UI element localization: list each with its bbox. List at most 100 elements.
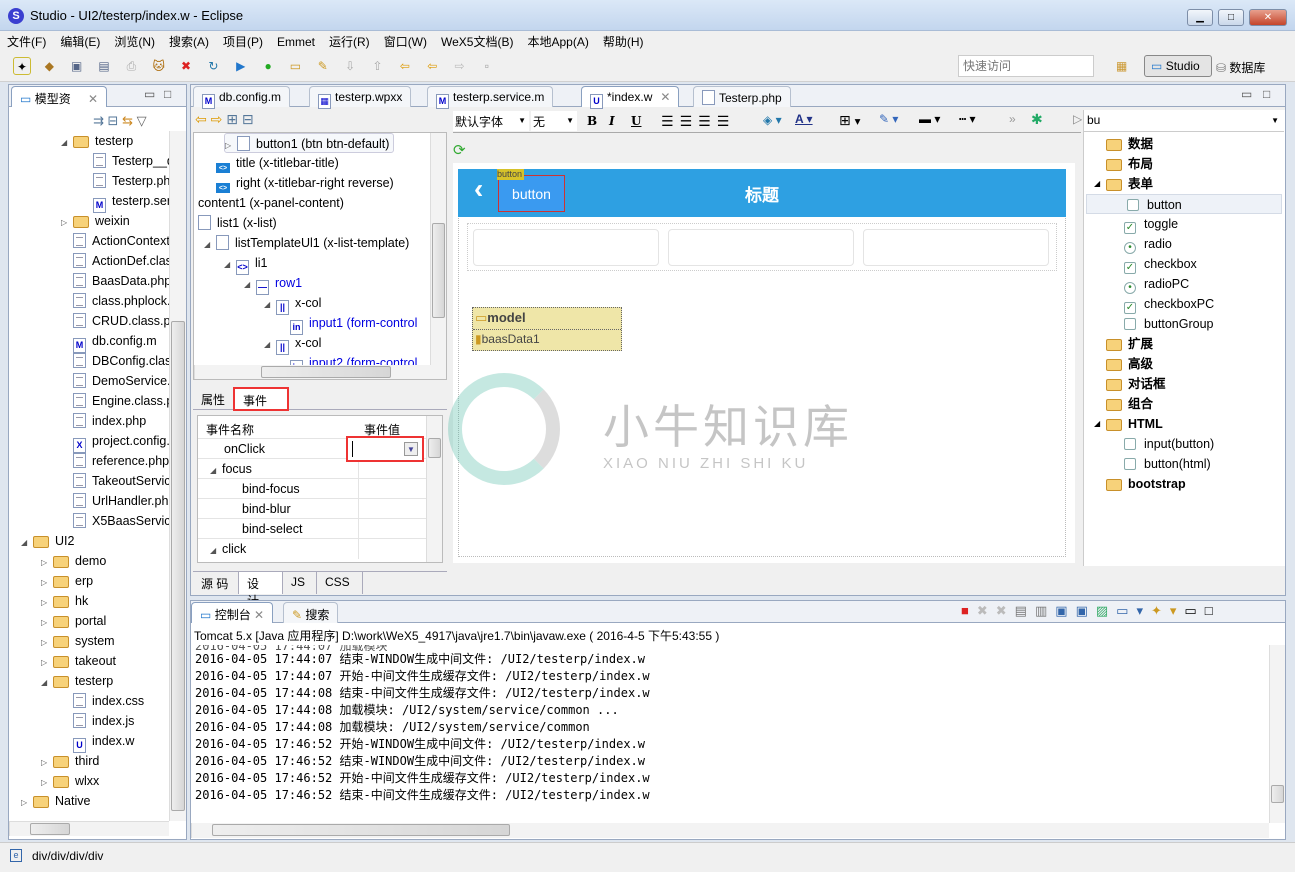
outline-item[interactable]: ininput2 (form-control [290, 353, 417, 365]
scroll-thumb[interactable] [1271, 785, 1284, 803]
menu-item[interactable]: 运行(R) [322, 31, 377, 50]
expand-toggle-icon[interactable]: ◢ [264, 335, 276, 355]
menu-item[interactable]: 浏览(N) [107, 31, 162, 50]
tab-events[interactable]: 事件 [233, 387, 289, 411]
palette-filter-input[interactable]: bu ▼ [1084, 110, 1284, 132]
tomcat-restart-icon[interactable]: ↻ [204, 57, 222, 75]
tomcat-start-icon[interactable]: 🐱 [150, 57, 168, 75]
event-row[interactable]: bind-focus [198, 478, 426, 499]
font-select[interactable]: 默认字体 ▼ [453, 111, 529, 131]
outline-vertical-scrollbar[interactable] [430, 133, 446, 365]
pen-icon[interactable]: ✎ [314, 57, 332, 75]
tree-item[interactable]: ▷ demo [41, 551, 106, 571]
fill-color-icon[interactable]: ◈ ▾ [763, 113, 782, 127]
bold-button[interactable]: B [587, 114, 597, 128]
editor-tab[interactable]: ▦ testerp.wpxx [309, 86, 412, 109]
scroll-thumb[interactable] [30, 823, 70, 835]
outline-item[interactable]: in input1 (form-control [290, 313, 417, 335]
event-row[interactable]: bind-select [198, 518, 426, 539]
input1-field[interactable] [473, 229, 659, 266]
open-folder-icon[interactable]: ▭ [286, 57, 304, 75]
close-button[interactable]: ✕ [1249, 9, 1287, 26]
editor-tab[interactable]: U *index.w ✕ [581, 86, 680, 109]
view-tab[interactable]: CSS [317, 572, 363, 594]
palette-item[interactable]: ✓ checkbox [1124, 254, 1197, 274]
menu-item[interactable]: 本地App(A) [520, 31, 595, 50]
sync-icon[interactable]: ⇆ [122, 113, 133, 128]
tree-item[interactable]: ▷ hk [41, 591, 88, 611]
model-component[interactable]: ▭model ▮baasData1 [472, 307, 622, 351]
open-console-icon[interactable]: ✦▾ [1151, 603, 1184, 618]
scroll-thumb[interactable] [428, 438, 441, 458]
expanded-icon[interactable]: ◢ [1094, 174, 1100, 194]
close-icon[interactable]: ✕ [660, 90, 670, 104]
debug-run-icon[interactable]: ▶ [232, 57, 250, 75]
quick-access-input[interactable] [958, 55, 1094, 77]
tree-item[interactable]: X5BaasService.p [61, 511, 169, 531]
last-edit-icon[interactable]: ⇦ [396, 57, 414, 75]
menu-item[interactable]: 项目(P) [216, 31, 270, 50]
menu-item[interactable]: 帮助(H) [596, 31, 651, 50]
tree-item[interactable]: ▷ Native [21, 791, 90, 811]
pin-console-icon[interactable]: ▨ [1096, 603, 1116, 618]
event-row[interactable]: bind-blur [198, 498, 426, 519]
underline-button[interactable]: U [631, 114, 641, 128]
perspective-database[interactable]: ⛁ 数据库 [1216, 59, 1265, 76]
open-perspective-icon[interactable]: ▦ [1116, 59, 1127, 73]
new-icon[interactable]: ✦ [13, 57, 31, 75]
align-right-icon[interactable]: ☰ [698, 113, 717, 129]
tree-item[interactable]: ActionDef.class. [61, 251, 169, 271]
tree-item[interactable]: ▷ portal [41, 611, 106, 631]
expand-toggle-icon[interactable]: ◢ [264, 295, 276, 315]
events-vertical-scrollbar[interactable] [426, 416, 442, 562]
outline-item[interactable]: ◢ || x-col [264, 333, 321, 355]
collapse-all-icon[interactable]: ⇉ [93, 113, 104, 128]
remove-all-icon[interactable]: ✖ [996, 603, 1015, 618]
maximize-view-icon[interactable]: □ [164, 87, 171, 101]
tab-search[interactable]: ✎ 搜索 [283, 602, 339, 623]
tree-item[interactable]: Uindex.w [61, 731, 134, 753]
minimize-console-icon[interactable]: ▭ [1184, 603, 1204, 618]
tree-item[interactable]: class.phplock.pl [61, 291, 169, 311]
tree-item[interactable]: Mdb.config.m [61, 331, 157, 353]
tree-item[interactable]: DBConfig.class.p [61, 351, 169, 371]
italic-button[interactable]: I [609, 114, 615, 128]
align-center-icon[interactable]: ☰ [680, 113, 699, 129]
tree-item[interactable]: ActionContext.cl [61, 231, 169, 251]
expanded-icon[interactable]: ◢ [41, 673, 53, 693]
remove-launch-icon[interactable]: ✖ [977, 603, 996, 618]
titlebar-component[interactable]: ‹ button button 标题 [458, 169, 1066, 217]
display-console-icon[interactable]: ▭▾ [1116, 603, 1151, 618]
perspective-studio[interactable]: ▭ Studio [1144, 55, 1212, 77]
link-editor-icon[interactable]: ⊟ [108, 113, 119, 128]
tree-item[interactable]: ◢ testerp [41, 671, 113, 691]
view-tab[interactable]: 设 计 [239, 572, 283, 608]
tree-item[interactable]: ◢ UI2 [21, 531, 74, 551]
tree-item[interactable]: CRUD.class.php [61, 311, 169, 331]
collapsed-icon[interactable]: ▷ [41, 633, 53, 653]
outline-item[interactable]: <> right (x-titlebar-right reverse) [216, 173, 394, 193]
forward-icon[interactable]: ⇨ [211, 111, 223, 127]
view-menu-icon[interactable]: ▽ [137, 113, 147, 128]
close-icon[interactable]: ✕ [254, 608, 264, 622]
menu-item[interactable]: Emmet [270, 33, 322, 49]
outline-item[interactable]: content1 (x-panel-content) [198, 193, 344, 213]
editor-tab[interactable]: Mdb.config.m [193, 86, 291, 109]
tree-item[interactable]: TakeoutService. [61, 471, 169, 491]
prev-annotation-icon[interactable]: ⇧ [368, 57, 386, 75]
tree-item[interactable]: reference.php [61, 451, 169, 471]
scroll-thumb[interactable] [261, 366, 391, 378]
tree-item[interactable]: index.js [61, 711, 134, 731]
palette-item[interactable]: ✓ checkboxPC [1124, 294, 1214, 314]
tree-item[interactable]: index.css [61, 691, 144, 711]
word-wrap-icon[interactable]: ▣ [1055, 603, 1075, 618]
show-on-output-icon[interactable]: ▣ [1076, 603, 1096, 618]
explorer-horizontal-scrollbar[interactable] [9, 821, 169, 836]
palette-item[interactable]: ✓ toggle [1124, 214, 1178, 234]
console-output[interactable]: 2016-04-05 17:44:07 加载模块2016-04-05 17:44… [195, 645, 1265, 821]
console-vertical-scrollbar[interactable] [1269, 645, 1285, 823]
package-icon[interactable]: ◆ [40, 57, 58, 75]
font-color-icon[interactable]: A ▾ [795, 112, 813, 126]
palette-item[interactable]: 组合 [1106, 394, 1153, 414]
border-icon[interactable]: ⊞ ▾ [839, 112, 860, 129]
